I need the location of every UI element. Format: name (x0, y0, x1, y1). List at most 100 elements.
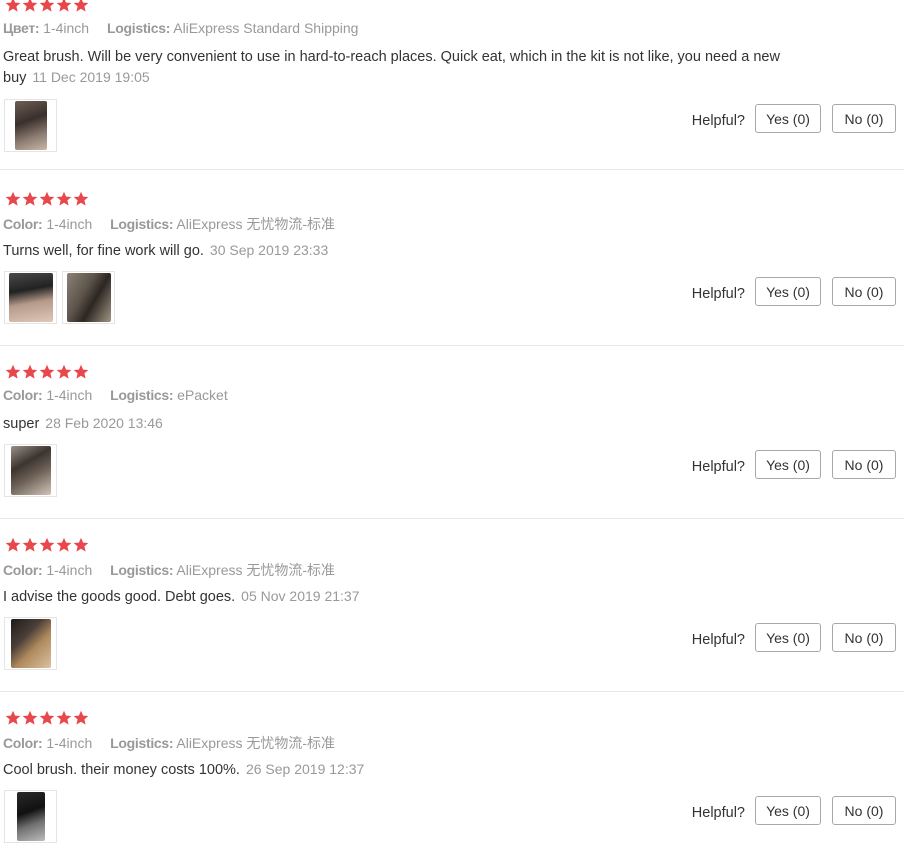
star-icon (22, 537, 38, 553)
review-meta: Color: 1-4inch Logistics: AliExpress 无忧物… (3, 733, 335, 753)
star-icon (5, 537, 21, 553)
star-icon (39, 191, 55, 207)
star-icon (5, 364, 21, 380)
review-meta: Color: 1-4inch Logistics: AliExpress 无忧物… (3, 214, 335, 234)
helpful-label: Helpful? (691, 285, 745, 302)
no-vote-button[interactable]: No (0) (832, 623, 896, 652)
review-photo-thumbnail[interactable] (4, 617, 57, 670)
color-key: Color: (3, 216, 43, 232)
helpful-vote: Helpful? Yes (0) No (0) (692, 277, 896, 306)
star-icon (73, 710, 89, 726)
review-photo (67, 273, 111, 322)
star-icon (5, 0, 21, 13)
review-photo-thumbnail[interactable] (62, 271, 115, 324)
star-icon (56, 191, 72, 207)
review-meta: Color: 1-4inch Logistics: ePacket (3, 387, 228, 403)
color-value: 1-4inch (46, 735, 93, 751)
helpful-label: Helpful? (691, 804, 745, 821)
helpful-vote: Helpful? Yes (0) No (0) (692, 450, 896, 479)
star-icon (56, 537, 72, 553)
logistics-key: Logistics: (110, 735, 174, 751)
review-body: super 28 Feb 2020 13:46 (3, 413, 793, 434)
helpful-label: Helpful? (691, 458, 745, 475)
yes-vote-button[interactable]: Yes (0) (755, 104, 821, 133)
review-item: Color: 1-4inch Logistics: AliExpress 无忧物… (0, 520, 904, 692)
color-value: 1-4inch (43, 20, 90, 36)
star-icon (56, 710, 72, 726)
review-photos (4, 99, 57, 152)
star-icon (73, 0, 89, 13)
review-photo-thumbnail[interactable] (4, 99, 57, 152)
review-meta: Цвет: 1-4inch Logistics: AliExpress Stan… (3, 20, 358, 36)
star-icon (22, 710, 38, 726)
review-date: 26 Sep 2019 12:37 (245, 761, 365, 777)
review-item: Color: 1-4inch Logistics: AliExpress 无忧物… (0, 693, 904, 855)
review-item: Цвет: 1-4inch Logistics: AliExpress Stan… (0, 0, 904, 170)
review-photo (15, 101, 47, 150)
star-icon (39, 710, 55, 726)
logistics-value: AliExpress 无忧物流-标准 (176, 216, 336, 232)
helpful-vote: Helpful? Yes (0) No (0) (692, 104, 896, 133)
review-photo (11, 619, 51, 668)
star-icon (22, 364, 38, 380)
helpful-label: Helpful? (691, 631, 745, 648)
review-photo (9, 273, 53, 322)
review-photo-thumbnail[interactable] (4, 790, 57, 843)
helpful-vote: Helpful? Yes (0) No (0) (692, 623, 896, 652)
review-photo-thumbnail[interactable] (4, 444, 57, 497)
color-value: 1-4inch (46, 387, 93, 403)
yes-vote-button[interactable]: Yes (0) (755, 450, 821, 479)
logistics-key: Logistics: (110, 387, 174, 403)
no-vote-button[interactable]: No (0) (832, 450, 896, 479)
review-item: Color: 1-4inch Logistics: ePacket super 2… (0, 347, 904, 519)
review-photo-thumbnail[interactable] (4, 271, 57, 324)
color-key: Цвет: (3, 20, 40, 36)
star-rating (5, 710, 89, 728)
star-icon (39, 364, 55, 380)
review-photos (4, 444, 57, 497)
no-vote-button[interactable]: No (0) (832, 796, 896, 825)
star-rating (5, 364, 89, 382)
yes-vote-button[interactable]: Yes (0) (755, 277, 821, 306)
review-meta: Color: 1-4inch Logistics: AliExpress 无忧物… (3, 560, 335, 580)
no-vote-button[interactable]: No (0) (832, 104, 896, 133)
review-text: super (3, 416, 40, 432)
helpful-vote: Helpful? Yes (0) No (0) (692, 796, 896, 825)
logistics-key: Logistics: (110, 216, 174, 232)
star-icon (56, 0, 72, 13)
logistics-key: Logistics: (106, 20, 171, 36)
no-vote-button[interactable]: No (0) (832, 277, 896, 306)
star-icon (56, 364, 72, 380)
star-icon (5, 191, 21, 207)
star-icon (73, 537, 89, 553)
star-icon (39, 0, 55, 13)
color-key: Color: (3, 735, 43, 751)
review-body: Cool brush. their money costs 100%. 26 Se… (3, 759, 793, 780)
logistics-value: AliExpress 无忧物流-标准 (176, 562, 336, 578)
color-value: 1-4inch (46, 562, 93, 578)
star-icon (22, 0, 38, 13)
color-key: Color: (3, 387, 43, 403)
review-body: Turns well, for fine work will go. 30 Sep… (3, 240, 793, 261)
review-text: Turns well, for fine work will go. (3, 243, 204, 259)
helpful-label: Helpful? (691, 112, 745, 129)
star-rating (5, 0, 89, 15)
yes-vote-button[interactable]: Yes (0) (755, 623, 821, 652)
review-body: Great brush. Will be very convenient to … (3, 47, 793, 88)
logistics-key: Logistics: (110, 562, 174, 578)
review-photos (4, 617, 57, 670)
review-date: 28 Feb 2020 13:46 (45, 415, 163, 431)
review-text: I advise the goods good. Debt goes. (3, 589, 236, 605)
color-value: 1-4inch (46, 216, 93, 232)
logistics-value: AliExpress Standard Shipping (173, 20, 359, 36)
yes-vote-button[interactable]: Yes (0) (755, 796, 821, 825)
review-photos (4, 790, 57, 843)
review-date: 11 Dec 2019 19:05 (32, 69, 150, 85)
review-body: I advise the goods good. Debt goes. 05 No… (3, 586, 793, 607)
star-icon (22, 191, 38, 207)
review-date: 05 Nov 2019 21:37 (241, 588, 360, 604)
color-key: Color: (3, 562, 43, 578)
star-rating (5, 191, 89, 209)
review-text: Cool brush. their money costs 100%. (3, 762, 240, 778)
star-rating (5, 537, 89, 555)
